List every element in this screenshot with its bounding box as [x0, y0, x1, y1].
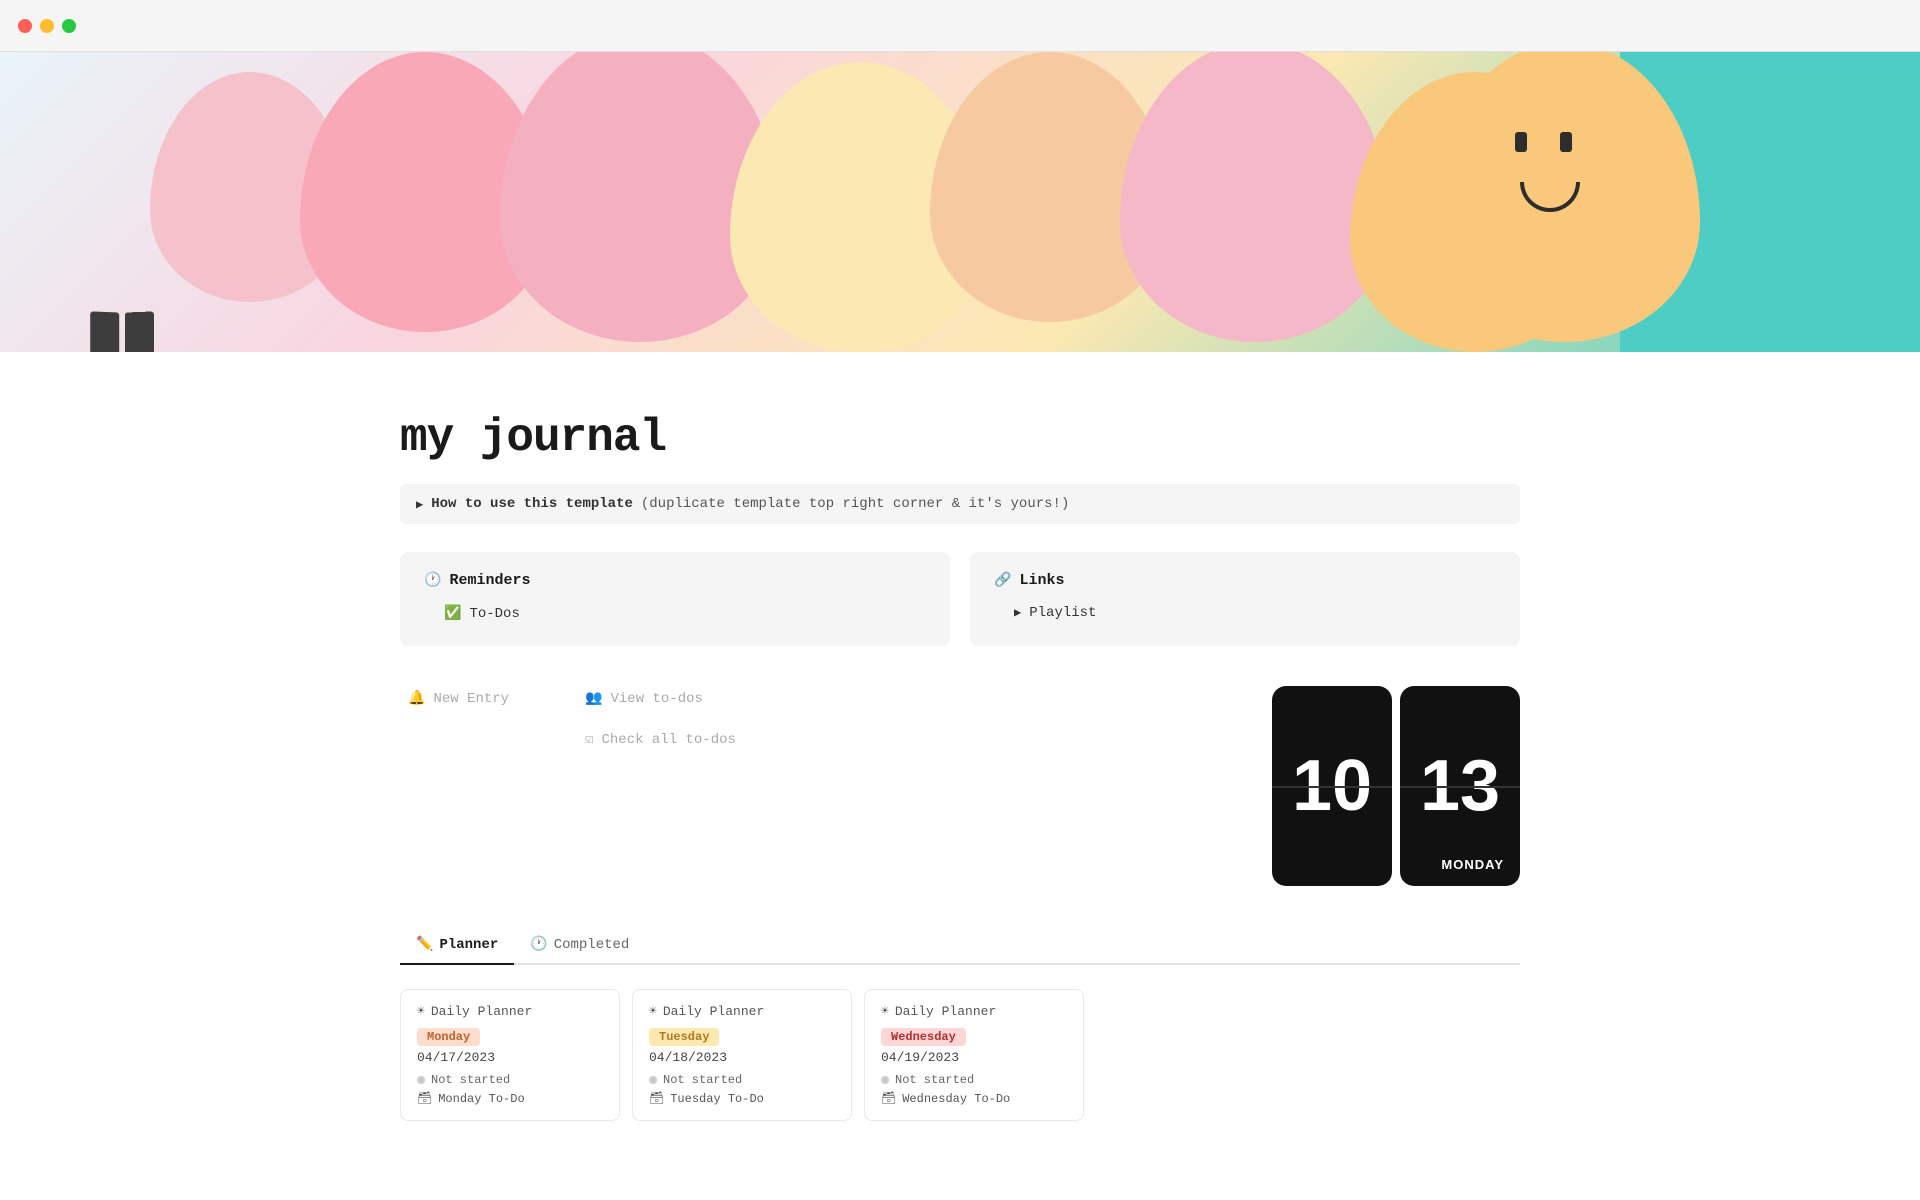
- planner-card-monday[interactable]: ☀ Daily Planner Monday 04/17/2023 Not st…: [400, 989, 620, 1121]
- smiley-mouth: [1520, 182, 1580, 212]
- playlist-item[interactable]: Playlist: [994, 601, 1496, 625]
- check-all-todos-button[interactable]: ☑ Check all to-dos: [577, 727, 744, 752]
- status-row-2: Not started: [881, 1073, 1067, 1087]
- clock-minute: 13 MONDAY: [1400, 686, 1520, 886]
- tray-icon-2: 🗃: [881, 1091, 896, 1106]
- new-entry-label: New Entry: [433, 691, 509, 707]
- todos-item[interactable]: To-Dos: [424, 601, 926, 626]
- reminders-card: Reminders To-Dos: [400, 552, 950, 646]
- link-icon: [994, 572, 1011, 589]
- planner-date-0: 04/17/2023: [417, 1050, 603, 1065]
- tab-completed[interactable]: 🕐 Completed: [514, 926, 645, 965]
- new-entry-button[interactable]: 🔔 New Entry: [400, 686, 517, 711]
- template-callout[interactable]: ▶ How to use this template (duplicate te…: [400, 484, 1520, 524]
- planner-card-title-1: ☀ Daily Planner: [649, 1004, 835, 1019]
- clock-day-label: MONDAY: [1441, 857, 1504, 872]
- day-badge-monday: Monday: [417, 1028, 480, 1046]
- clock-icon: [424, 572, 441, 589]
- reminders-header: Reminders: [424, 572, 926, 589]
- tray-icon-1: 🗃: [649, 1091, 664, 1106]
- window-bar: [0, 0, 1920, 52]
- callout-light: (duplicate template top right corner & i…: [641, 496, 1069, 512]
- dot-red[interactable]: [18, 19, 32, 33]
- hero-banner: [0, 52, 1920, 352]
- dot-yellow[interactable]: [40, 19, 54, 33]
- sun-icon-2: ☀: [881, 1004, 889, 1019]
- links-label: Links: [1019, 572, 1064, 589]
- actions-left: 🔔 New Entry: [400, 686, 517, 711]
- balloon-6: [1120, 52, 1390, 342]
- planner-date-2: 04/19/2023: [881, 1050, 1067, 1065]
- planner-date-1: 04/18/2023: [649, 1050, 835, 1065]
- tabs-row: ✏️ Planner 🕐 Completed: [400, 926, 1520, 965]
- smiley-balloon: [1430, 52, 1700, 342]
- page-icon-area: [90, 312, 158, 352]
- tab-planner[interactable]: ✏️ Planner: [400, 926, 514, 965]
- links-card: Links Playlist: [970, 552, 1520, 646]
- todo-label-0: Monday To-Do: [438, 1092, 524, 1106]
- play-icon: [1014, 605, 1021, 621]
- clock-widget: 10 13 MONDAY: [1272, 686, 1520, 886]
- todo-row-2: 🗃 Wednesday To-Do: [881, 1091, 1067, 1106]
- actions-mid: 👥 View to-dos ☑ Check all to-dos: [577, 686, 744, 752]
- todo-label-1: Tuesday To-Do: [670, 1092, 764, 1106]
- check-icon: [444, 605, 461, 622]
- status-row-0: Not started: [417, 1073, 603, 1087]
- callout-arrow-icon: ▶: [416, 497, 423, 512]
- planner-card-title-2: ☀ Daily Planner: [881, 1004, 1067, 1019]
- clock-hour: 10: [1272, 686, 1392, 886]
- planner-grid: ☀ Daily Planner Monday 04/17/2023 Not st…: [400, 989, 1520, 1121]
- reminders-label: Reminders: [449, 572, 530, 589]
- view-todos-icon: 👥: [585, 690, 602, 707]
- tray-icon-0: 🗃: [417, 1091, 432, 1106]
- links-header: Links: [994, 572, 1496, 589]
- status-label-0: Not started: [431, 1073, 510, 1087]
- status-dot-0: [417, 1076, 425, 1084]
- status-row-1: Not started: [649, 1073, 835, 1087]
- callout-bold: How to use this template: [431, 496, 633, 512]
- planner-tab-label: Planner: [439, 937, 498, 953]
- check-all-icon: ☑: [585, 731, 593, 748]
- status-label-2: Not started: [895, 1073, 974, 1087]
- status-dot-1: [649, 1076, 657, 1084]
- status-label-1: Not started: [663, 1073, 742, 1087]
- two-col-section: Reminders To-Dos Links Playlist: [400, 552, 1520, 646]
- day-badge-wednesday: Wednesday: [881, 1028, 966, 1046]
- book-icon: [90, 312, 158, 352]
- completed-tab-icon: 🕐: [530, 936, 547, 953]
- book-left: [90, 311, 119, 352]
- status-dot-2: [881, 1076, 889, 1084]
- new-entry-icon: 🔔: [408, 690, 425, 707]
- actions-row: 🔔 New Entry 👥 View to-dos ☑ Check all to…: [400, 686, 1520, 886]
- planner-card-label-1: Daily Planner: [663, 1004, 764, 1019]
- todo-row-0: 🗃 Monday To-Do: [417, 1091, 603, 1106]
- sun-icon-0: ☀: [417, 1004, 425, 1019]
- planner-card-label-0: Daily Planner: [431, 1004, 532, 1019]
- planner-tab-icon: ✏️: [416, 936, 433, 953]
- planner-card-wednesday[interactable]: ☀ Daily Planner Wednesday 04/19/2023 Not…: [864, 989, 1084, 1121]
- playlist-label: Playlist: [1029, 605, 1096, 621]
- planner-card-title-0: ☀ Daily Planner: [417, 1004, 603, 1019]
- day-badge-tuesday: Tuesday: [649, 1028, 719, 1046]
- planner-card-tuesday[interactable]: ☀ Daily Planner Tuesday 04/18/2023 Not s…: [632, 989, 852, 1121]
- book-right: [125, 311, 154, 352]
- dot-green[interactable]: [62, 19, 76, 33]
- page-title: my journal: [400, 412, 1520, 464]
- completed-tab-label: Completed: [554, 937, 630, 953]
- planner-card-label-2: Daily Planner: [895, 1004, 996, 1019]
- view-todos-button[interactable]: 👥 View to-dos: [577, 686, 744, 711]
- smiley-eye-left: [1515, 132, 1527, 152]
- clock-hour-value: 10: [1292, 745, 1372, 827]
- todo-label-2: Wednesday To-Do: [902, 1092, 1010, 1106]
- todos-label: To-Dos: [469, 606, 519, 622]
- clock-minute-value: 13: [1420, 745, 1500, 827]
- main-content: my journal ▶ How to use this template (d…: [310, 352, 1610, 1161]
- smiley-eye-right: [1560, 132, 1572, 152]
- view-todos-label: View to-dos: [611, 691, 703, 707]
- todo-row-1: 🗃 Tuesday To-Do: [649, 1091, 835, 1106]
- check-all-label: Check all to-dos: [602, 732, 736, 748]
- sun-icon-1: ☀: [649, 1004, 657, 1019]
